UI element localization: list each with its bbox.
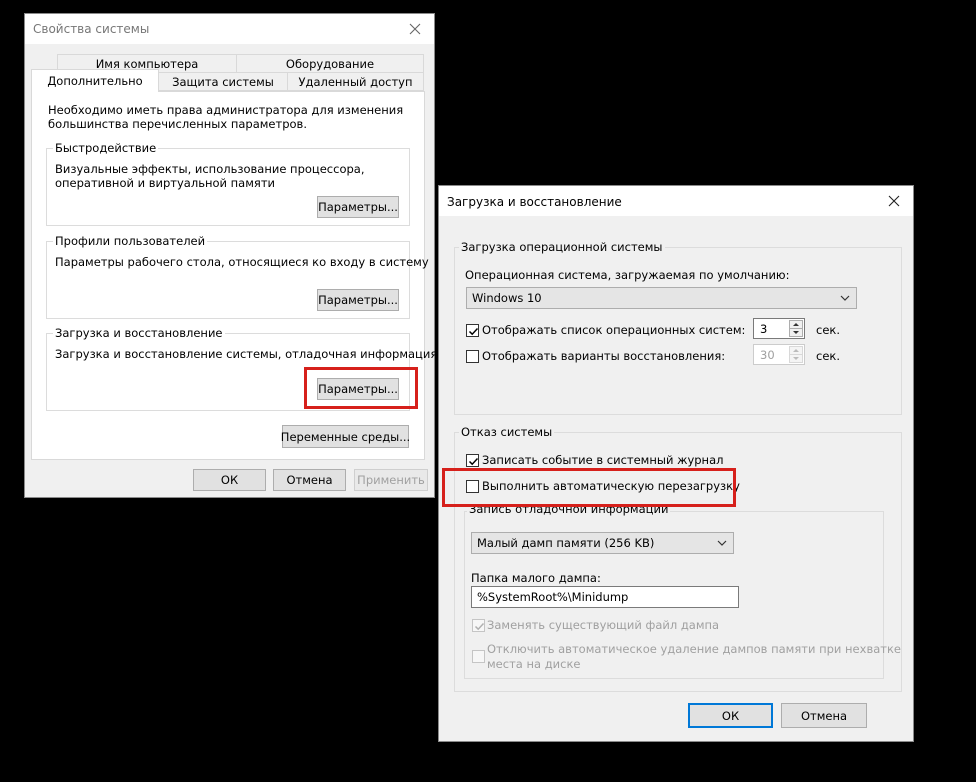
spin-down-icon[interactable]	[789, 328, 803, 337]
cancel-button[interactable]: Отмена	[273, 469, 346, 491]
show-os-list-checkbox[interactable]	[466, 324, 479, 337]
default-os-value: Windows 10	[472, 291, 542, 305]
show-recovery-label: Отображать варианты восстановления:	[482, 349, 726, 363]
show-recovery-checkbox[interactable]	[466, 350, 479, 363]
overwrite-dump-label: Заменять существующий файл дампа	[487, 618, 720, 632]
highlight-auto-restart	[442, 468, 736, 507]
performance-desc: Визуальные эффекты, использование процес…	[55, 162, 365, 190]
overwrite-dump-checkbox[interactable]	[472, 619, 485, 632]
title-bar: Свойства системы	[25, 14, 434, 44]
dialog-title: Загрузка и восстановление	[447, 195, 622, 209]
dialog-title-bar: Загрузка и восстановление	[439, 186, 913, 216]
tab-advanced[interactable]: Дополнительно	[31, 69, 159, 92]
environment-variables-button[interactable]: Переменные среды...	[281, 425, 410, 448]
highlight-startup-settings	[304, 367, 418, 409]
tab-system-protection[interactable]: Защита системы	[158, 72, 288, 91]
window-title: Свойства системы	[33, 22, 150, 36]
sec-label-2: сек.	[816, 349, 840, 363]
chevron-down-icon	[715, 535, 729, 554]
ok-button[interactable]: ОК	[193, 469, 266, 491]
default-os-select[interactable]: Windows 10	[466, 287, 857, 309]
system-failure-legend: Отказ системы	[459, 425, 555, 439]
user-profiles-group: Профили пользователей Параметры рабочего…	[46, 234, 429, 319]
performance-settings-button[interactable]: Параметры...	[317, 196, 399, 218]
disable-autodelete-label-line2: места на диске	[487, 657, 581, 671]
disable-autodelete-checkbox[interactable]	[472, 650, 485, 663]
dump-folder-label: Папка малого дампа:	[471, 571, 601, 585]
show-recovery-seconds-value: 30	[760, 348, 775, 362]
dump-folder-input[interactable]: %SystemRoot%\Minidump	[471, 586, 739, 608]
spin-down-icon[interactable]	[789, 354, 803, 363]
disable-autodelete-label-line1: Отключить автоматическое удаление дампов…	[487, 642, 901, 656]
dump-type-value: Малый дамп памяти (256 KB)	[477, 536, 655, 550]
show-os-list-seconds-value: 3	[760, 322, 768, 336]
dump-folder-value: %SystemRoot%\Minidump	[477, 590, 629, 604]
user-profiles-settings-button[interactable]: Параметры...	[317, 289, 399, 311]
dump-type-select[interactable]: Малый дамп памяти (256 KB)	[471, 532, 734, 554]
dialog-ok-button[interactable]: ОК	[688, 703, 773, 728]
startup-recovery-legend: Загрузка и восстановление	[53, 326, 225, 340]
show-recovery-seconds[interactable]: 30	[753, 344, 805, 365]
user-profiles-desc: Параметры рабочего стола, относящиеся ко…	[55, 255, 429, 269]
show-os-list-label: Отображать список операционных систем:	[482, 323, 746, 337]
tab-remote-access[interactable]: Удаленный доступ	[287, 72, 424, 91]
performance-group: Быстродействие Визуальные эффекты, испол…	[46, 141, 410, 226]
os-startup-legend: Загрузка операционной системы	[459, 240, 665, 254]
user-profiles-legend: Профили пользователей	[53, 234, 208, 248]
performance-legend: Быстродействие	[53, 141, 159, 155]
tab-hardware[interactable]: Оборудование	[236, 54, 424, 73]
system-properties-window: Свойства системы Имя компьютера Оборудов…	[24, 13, 438, 498]
os-startup-group: Загрузка операционной системы Операционн…	[454, 240, 902, 415]
close-icon[interactable]	[404, 18, 426, 40]
dialog-cancel-button[interactable]: Отмена	[781, 703, 867, 728]
startup-recovery-dialog: Загрузка и восстановление Загрузка опера…	[438, 185, 914, 742]
admin-note: Необходимо иметь права администратора дл…	[48, 103, 404, 131]
show-os-list-seconds[interactable]: 3	[753, 318, 805, 339]
startup-recovery-desc: Загрузка и восстановление системы, отлад…	[55, 347, 438, 361]
default-os-label: Операционная система, загружаемая по умо…	[465, 268, 790, 282]
write-event-label: Записать событие в системный журнал	[482, 453, 724, 467]
chevron-down-icon	[838, 290, 852, 309]
close-icon[interactable]	[883, 190, 905, 212]
write-event-checkbox[interactable]	[466, 454, 479, 467]
debug-info-group: Запись отладочной информации Малый дамп …	[464, 502, 901, 679]
apply-button[interactable]: Применить	[354, 469, 428, 491]
sec-label-1: сек.	[816, 323, 840, 337]
